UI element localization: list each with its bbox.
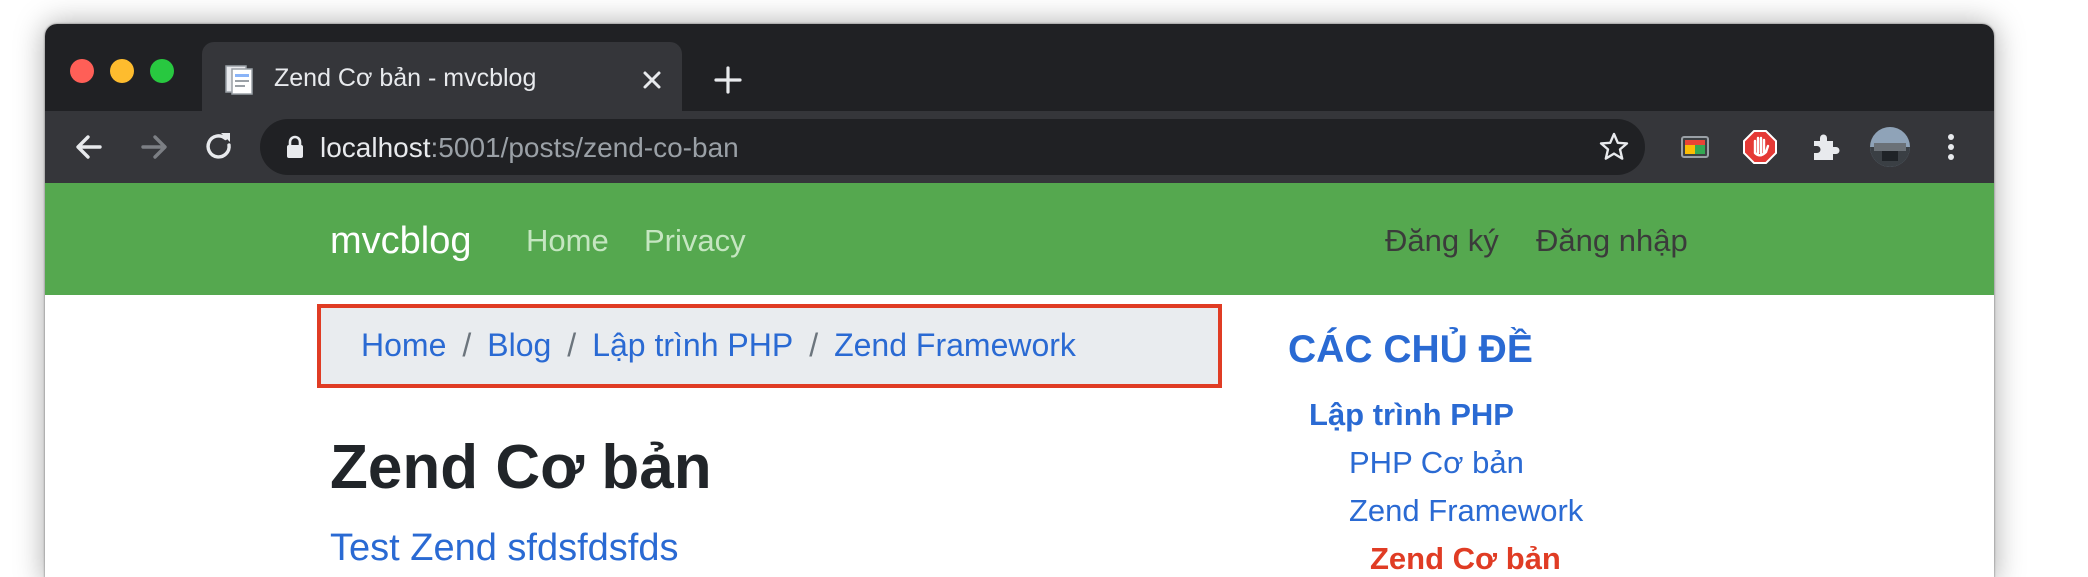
lock-icon[interactable]	[285, 135, 305, 159]
nav-link-privacy[interactable]: Privacy	[644, 223, 746, 259]
menu-icon[interactable]	[1931, 127, 1971, 167]
adblock-icon[interactable]	[1740, 127, 1780, 167]
extensions-icon[interactable]	[1805, 127, 1845, 167]
active-tab[interactable]: Zend Cơ bản - mvcblog	[202, 42, 682, 111]
register-link[interactable]: Đăng ký	[1385, 223, 1499, 259]
minimize-window-button[interactable]	[110, 59, 134, 83]
breadcrumb: Home / Blog / Lập trình PHP / Zend Framework	[317, 304, 1222, 388]
breadcrumb-separator: /	[567, 327, 577, 363]
post-title: Zend Cơ bản	[330, 433, 712, 502]
breadcrumb-zend-framework[interactable]: Zend Framework	[834, 327, 1076, 363]
maximize-window-button[interactable]	[150, 59, 174, 83]
browser-window: Zend Cơ bản - mvcblog localhost:5001/pos…	[45, 24, 1994, 577]
url-host: localhost	[320, 132, 431, 163]
breadcrumb-separator: /	[809, 327, 819, 363]
url-path: :5001/posts/zend-co-ban	[430, 132, 739, 163]
topic-category-php[interactable]: Lập trình PHP	[1309, 397, 1514, 433]
close-window-button[interactable]	[70, 59, 94, 83]
topics-heading: CÁC CHỦ ĐỀ	[1288, 328, 1533, 371]
url-text[interactable]: localhost:5001/posts/zend-co-ban	[320, 132, 739, 164]
new-tab-icon[interactable]	[710, 62, 746, 98]
site-brand[interactable]: mvcblog	[330, 220, 472, 263]
reload-icon[interactable]	[199, 127, 239, 167]
back-icon[interactable]	[69, 127, 109, 167]
star-icon[interactable]	[1598, 131, 1630, 163]
browser-toolbar: localhost:5001/posts/zend-co-ban	[45, 111, 1994, 183]
topic-zend-basics-active[interactable]: Zend Cơ bản	[1370, 541, 1561, 577]
page-icon	[225, 65, 253, 95]
title-bar: Zend Cơ bản - mvcblog	[45, 24, 1994, 111]
forward-icon[interactable]	[134, 127, 174, 167]
topic-php-basics[interactable]: PHP Cơ bản	[1349, 445, 1524, 481]
nav-link-home[interactable]: Home	[526, 223, 609, 259]
site-navbar: mvcblog Home Privacy Đăng ký Đăng nhập	[45, 183, 1994, 295]
address-bar[interactable]: localhost:5001/posts/zend-co-ban	[260, 119, 1645, 175]
breadcrumb-php[interactable]: Lập trình PHP	[592, 327, 793, 363]
topic-zend-framework[interactable]: Zend Framework	[1349, 493, 1583, 529]
post-subtitle-link[interactable]: Test Zend sfdsfdsfds	[330, 527, 679, 570]
tab-title: Zend Cơ bản - mvcblog	[274, 64, 537, 92]
breadcrumb-home[interactable]: Home	[361, 327, 446, 363]
cast-icon[interactable]	[1675, 127, 1715, 167]
profile-avatar[interactable]	[1868, 125, 1912, 169]
breadcrumb-separator: /	[462, 327, 472, 363]
login-link[interactable]: Đăng nhập	[1536, 223, 1688, 259]
breadcrumb-blog[interactable]: Blog	[487, 327, 551, 363]
close-tab-icon[interactable]	[638, 66, 666, 94]
